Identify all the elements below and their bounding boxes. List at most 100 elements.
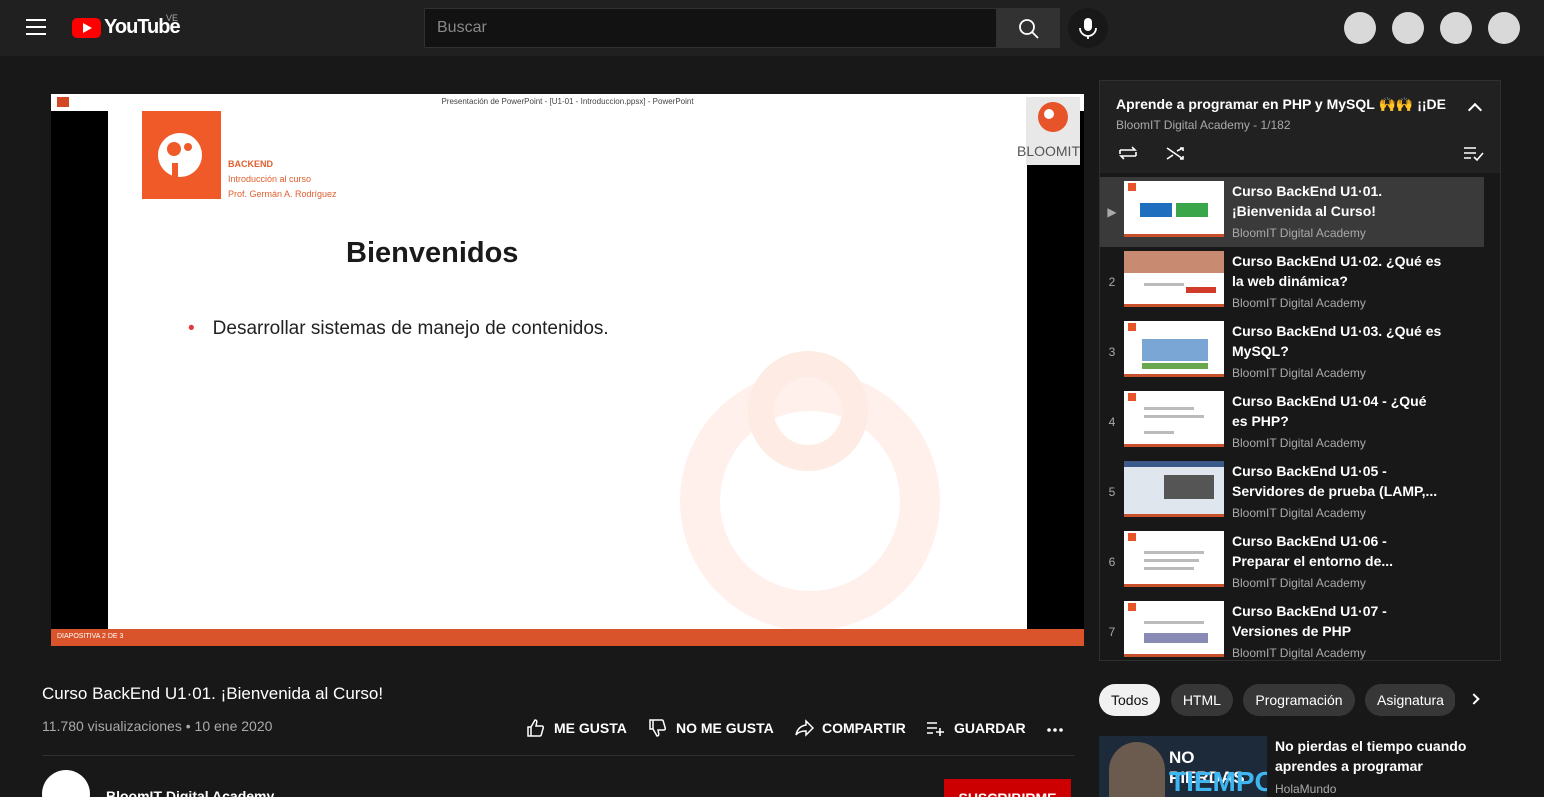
menu-icon[interactable] [26,19,46,35]
bloomit-logo [142,111,221,199]
dislike-label: NO ME GUSTA [676,720,774,736]
playlist-item[interactable]: 4 Curso BackEnd U1·04 - ¿Qué es PHP? Blo… [1100,387,1484,457]
top-bar: YouTube VE [0,0,1544,56]
share-button[interactable]: COMPARTIR [794,718,906,738]
playlist-item-title: Curso BackEnd U1·04 - ¿Qué es PHP? [1232,393,1427,429]
slide-counter: DIAPOSITIVA 2 DE 3 [57,633,124,640]
playlist-item-channel: BloomIT Digital Academy [1232,366,1366,380]
create-icon[interactable] [1344,12,1376,44]
playlist-item-index: 3 [1108,345,1116,359]
account-avatar[interactable] [1488,12,1520,44]
apps-icon[interactable] [1392,12,1424,44]
like-label: ME GUSTA [554,720,627,736]
thumb-line [1144,559,1199,562]
playlist-header: Aprende a programar en PHP y MySQL 🙌🙌 ¡¡… [1100,81,1500,173]
chip-todos[interactable]: Todos [1099,684,1161,716]
voice-search-button[interactable] [1068,8,1108,48]
playlist-subtitle[interactable]: BloomIT Digital Academy - 1/182 [1116,118,1291,132]
recommended-thumbnail[interactable]: NO PIERDAS TIEMPO [1099,736,1267,797]
video-player[interactable]: Presentación de PowerPoint - [U1-01 - In… [51,94,1084,646]
thumb-line [1144,415,1204,418]
chevron-right-icon[interactable] [1468,693,1480,705]
playlist-item-index: 7 [1108,625,1116,639]
playlist-item[interactable]: 3 Curso BackEnd U1·03. ¿Qué es MySQL? Bl… [1100,317,1484,387]
playlist-item-channel: BloomIT Digital Academy [1232,506,1366,520]
microphone-icon [1079,18,1097,39]
thumb-logo [1128,603,1136,611]
playlist-thumbnail [1124,461,1224,517]
thumb-block [1164,475,1214,499]
channel-avatar[interactable] [42,770,90,797]
meta-separator: • [185,718,195,734]
recommended-title[interactable]: No pierdas el tiempo cuando aprendes a p… [1275,736,1495,776]
search-button[interactable] [996,8,1060,48]
playlist-item-channel: BloomIT Digital Academy [1232,296,1366,310]
playlist-panel: Aprende a programar en PHP y MySQL 🙌🙌 ¡¡… [1099,80,1501,661]
chip-html[interactable]: HTML [1170,684,1233,716]
playlist-thumbnail [1124,531,1224,587]
shuffle-icon[interactable] [1164,143,1188,163]
playlist-item-channel: BloomIT Digital Academy [1232,576,1366,590]
now-playing-icon: ▶ [1107,205,1117,219]
search-box[interactable] [424,8,997,48]
subscribe-button[interactable]: SUSCRIBIRME [944,779,1071,797]
playlist-item-index: 4 [1108,415,1116,429]
playlist-item-title: Curso BackEnd U1·01. ¡Bienvenida al Curs… [1232,183,1383,219]
like-button[interactable]: ME GUSTA [526,718,627,738]
country-code: VE [166,13,179,23]
playlist-thumbnail [1124,251,1224,307]
thumb-block [1140,203,1172,217]
presenter-face [1109,742,1165,797]
thumb-line [1144,283,1184,286]
filter-chips: Todos HTML Programación Asignatura [1099,684,1455,718]
loop-icon[interactable] [1116,143,1140,163]
brain-gear-icon [158,133,202,177]
thumb-block [1142,363,1208,369]
playlist-item[interactable]: 2 Curso BackEnd U1·02. ¿Qué es la web di… [1100,247,1484,317]
notifications-icon[interactable] [1440,12,1472,44]
search-input[interactable] [425,9,996,47]
slide: BACKEND Introducción al curso Prof. Germ… [108,111,1027,631]
playlist-item-title: Curso BackEnd U1·06 - Preparar el entorn… [1232,533,1394,569]
playlist-item[interactable]: 5 Curso BackEnd U1·05 - Servidores de pr… [1100,457,1484,527]
playlist-item-channel: BloomIT Digital Academy [1232,436,1366,450]
slide-section: BACKEND [228,159,273,169]
chip-programacion[interactable]: Programación [1243,684,1355,716]
bloomit-corner-logo-icon [1038,102,1068,132]
playlist-item[interactable]: 6 Curso BackEnd U1·06 - Preparar el ento… [1100,527,1484,597]
video-meta: 11.780 visualizaciones • 10 ene 2020 [42,718,272,734]
thumb-block [1124,251,1224,273]
playlist-thumbnail [1124,181,1224,237]
slide-heading: Bienvenidos [346,237,519,269]
chevron-up-icon[interactable] [1467,102,1483,118]
thumb-line [1144,567,1194,570]
playlist-thumbnail [1124,321,1224,377]
playlist-item-index: 2 [1108,275,1116,289]
playlist-item-index: 6 [1108,555,1116,569]
youtube-logo[interactable]: YouTube [72,16,181,39]
share-icon [795,719,814,737]
playlist-item[interactable]: 7 Curso BackEnd U1·07 - Versiones de PHP… [1100,597,1484,660]
playlist-item-title: Curso BackEnd U1·02. ¿Qué es la web diná… [1232,253,1442,289]
more-actions-button[interactable] [1046,718,1064,738]
playlist-item[interactable]: ▶ Curso BackEnd U1·01. ¡Bienvenida al Cu… [1100,177,1484,247]
powerpoint-titlebar: Presentación de PowerPoint - [U1-01 - In… [51,94,1084,111]
chip-asignatura[interactable]: Asignatura [1365,684,1455,716]
thumb-block [1176,203,1208,217]
thumb-line [1144,431,1174,434]
dislike-button[interactable]: NO ME GUSTA [648,718,774,738]
divider [42,755,1074,756]
thumb-line [1144,551,1204,554]
playlist-thumbnail [1124,391,1224,447]
playlist-item-title: Curso BackEnd U1·05 - Servidores de prue… [1232,463,1438,499]
thumb-logo [1128,183,1136,191]
powerpoint-window-title: Presentación de PowerPoint - [U1-01 - In… [441,97,694,106]
bloomit-brand-text: BLOOMIT [1016,143,1080,159]
playlist-title[interactable]: Aprende a programar en PHP y MySQL 🙌🙌 ¡¡… [1116,96,1446,113]
more-horizontal-icon [1047,728,1063,732]
channel-name[interactable]: BloomIT Digital Academy [106,788,274,797]
save-button[interactable]: GUARDAR [926,718,1026,738]
playlist-item-index: 5 [1108,485,1116,499]
playlist-menu-icon[interactable] [1462,143,1486,163]
recommended-channel[interactable]: HolaMundo [1275,782,1336,796]
